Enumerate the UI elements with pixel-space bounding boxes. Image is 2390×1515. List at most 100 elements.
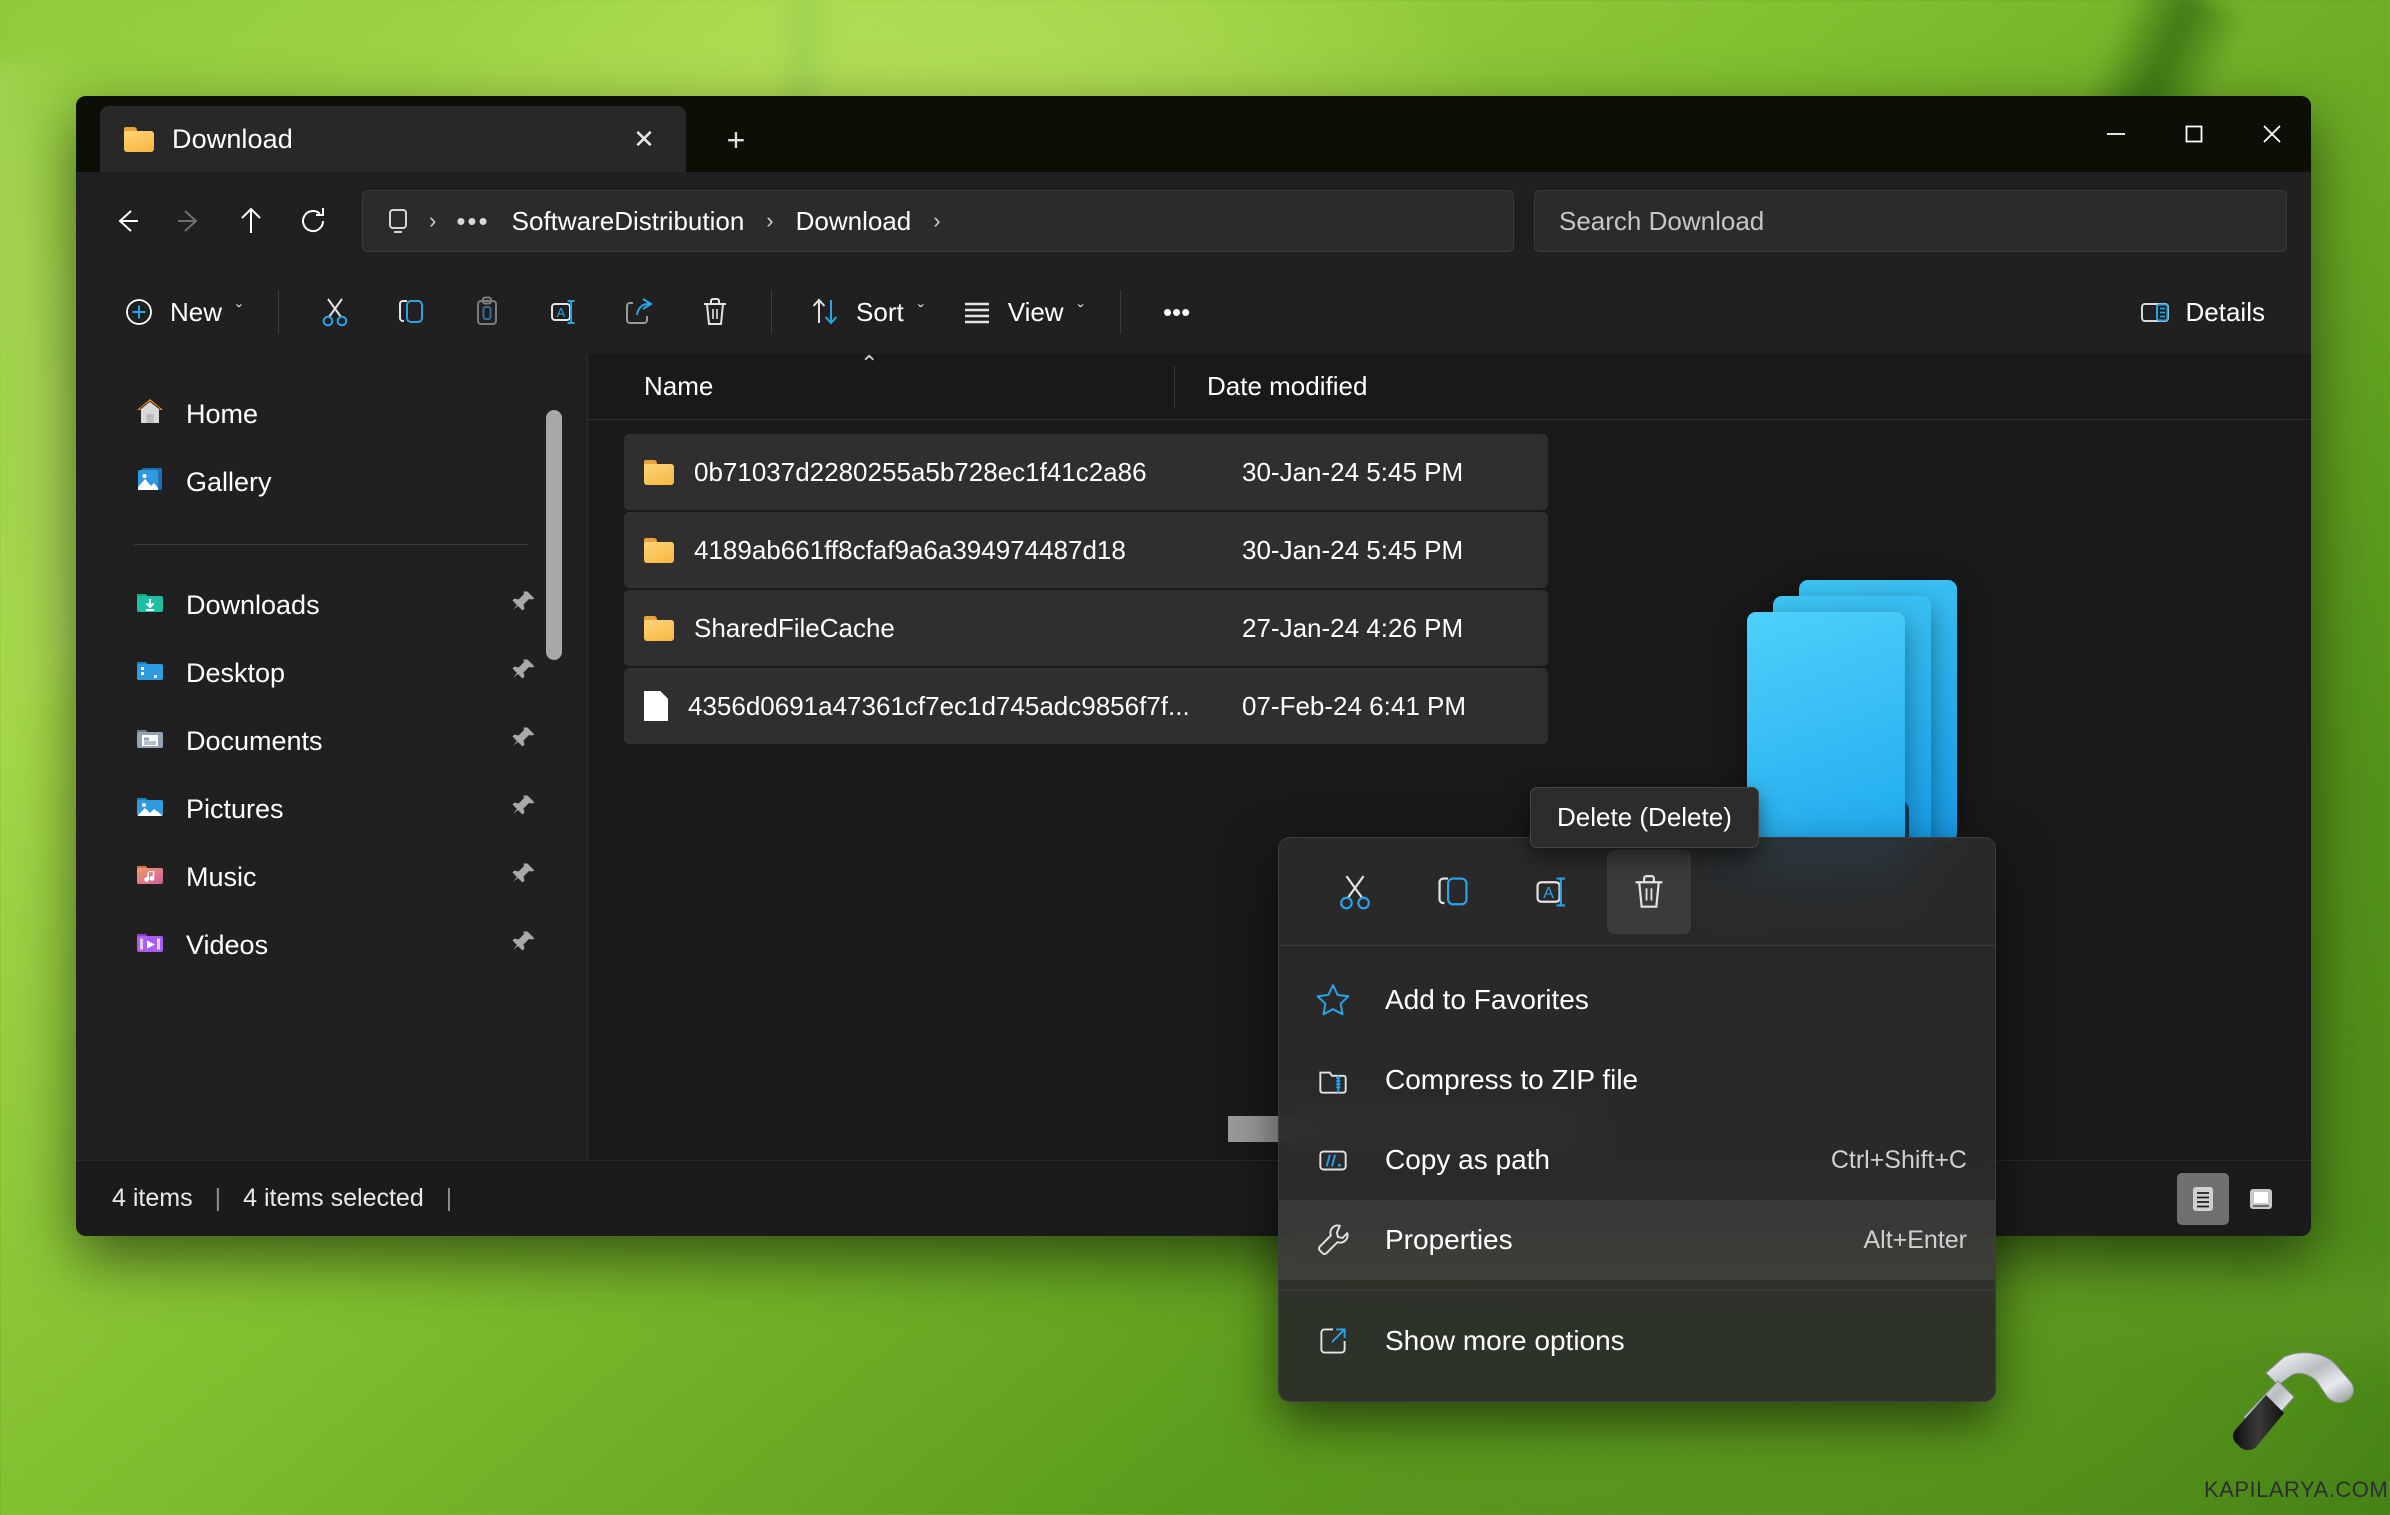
file-name-label: SharedFileCache [694,612,895,643]
delete-button[interactable] [677,282,753,342]
copy-path-icon [1313,1141,1353,1179]
delete-tooltip: Delete (Delete) [1530,787,1759,848]
sidebar-item-pictures[interactable]: Pictures [76,775,588,843]
sort-button-label: Sort [856,296,904,327]
breadcrumb-softwaredistribution[interactable]: SoftwareDistribution [502,200,755,243]
file-name-label: 4356d0691a47361cf7ec1d745adc9856f7f... [688,690,1190,721]
paste-button[interactable] [449,282,525,342]
context-menu-item-label: Add to Favorites [1385,984,1589,1015]
refresh-button[interactable] [282,190,344,252]
context-menu-item-copy-as-path[interactable]: Copy as path Ctrl+Shift+C [1279,1120,1995,1200]
context-menu: A Add to Favorites Compress to ZIP file … [1278,837,1996,1402]
share-button[interactable] [601,282,677,342]
column-header-name[interactable]: ⌃ Name [588,351,1174,402]
column-header-name-label: Name [644,371,714,401]
tab-title: Download [172,123,293,154]
sidebar-item-label: Videos [186,929,269,960]
file-name-cell: 4189ab661ff8cfaf9a6a394974487d18 [624,535,1210,566]
close-tab-icon[interactable]: ✕ [622,117,666,161]
delete-icon[interactable] [1607,849,1691,934]
sidebar-item-label: Downloads [186,589,320,620]
status-divider: | [445,1184,453,1212]
context-menu-spacer [1279,946,1995,960]
table-row[interactable]: SharedFileCache 27-Jan-24 4:26 PM [624,590,1548,666]
sidebar-item-gallery[interactable]: Gallery [76,448,588,516]
cut-icon[interactable] [1313,850,1397,934]
pin-icon[interactable] [510,588,538,623]
pin-icon[interactable] [510,792,538,827]
sidebar-item-desktop[interactable]: Desktop [76,639,588,707]
sidebar-item-label: Documents [186,725,323,756]
table-row[interactable]: 4189ab661ff8cfaf9a6a394974487d18 30-Jan-… [624,512,1548,588]
context-menu-item-shortcut: Alt+Enter [1863,1225,1967,1254]
pin-icon[interactable] [510,928,538,963]
svg-text:A: A [1543,885,1554,902]
videos-folder-icon [134,926,166,965]
context-menu-item-label: Properties [1385,1224,1513,1255]
table-row[interactable]: 0b71037d2280255a5b728ec1f41c2a86 30-Jan-… [624,434,1548,510]
more-options-button[interactable]: ••• [1139,282,1215,342]
details-view-button[interactable] [2177,1172,2229,1225]
home-icon [134,395,166,434]
context-menu-item-label: Compress to ZIP file [1385,1064,1639,1095]
context-menu-item-show-more-options[interactable]: Show more options [1279,1301,1995,1381]
watermark: KAPILARYA.COM [2204,1349,2389,1511]
folder-icon [124,126,154,152]
context-menu-item-compress-zip[interactable]: Compress to ZIP file [1279,1040,1995,1120]
rename-button[interactable]: A [525,282,601,342]
table-row[interactable]: 4356d0691a47361cf7ec1d745adc9856f7f... 0… [624,668,1548,744]
sidebar-item-videos[interactable]: Videos [76,911,588,979]
breadcrumb-download[interactable]: Download [786,200,922,243]
search-box[interactable] [1534,190,2287,252]
minimize-button[interactable] [2077,96,2155,172]
window-controls [2077,96,2311,172]
column-header-date[interactable]: Date modified [1175,371,1367,402]
breadcrumb-separator[interactable]: › [925,208,948,234]
context-menu-item-label: Show more options [1385,1325,1625,1356]
navigation-bar: › ••• SoftwareDistribution › Download › [76,172,2311,270]
sidebar-item-home[interactable]: Home [76,380,588,448]
context-menu-item-add-to-favorites[interactable]: Add to Favorites [1279,960,1995,1040]
pin-icon[interactable] [510,860,538,895]
sidebar-item-label: Desktop [186,657,286,688]
search-input[interactable] [1559,205,2262,237]
toolbar-divider [1119,290,1121,334]
sort-button[interactable]: Sort ˇ [790,282,942,342]
forward-button[interactable] [158,190,220,252]
maximize-button[interactable] [2155,96,2233,172]
tab-download[interactable]: Download ✕ [100,106,686,172]
view-button[interactable]: View ˇ [942,282,1102,342]
copy-icon[interactable] [1411,850,1495,934]
new-button[interactable]: New ˇ [104,282,260,342]
file-date-cell: 27-Jan-24 4:26 PM [1242,612,1464,643]
new-button-label: New [170,296,223,327]
file-icon [644,691,668,721]
sidebar-item-music[interactable]: Music [76,843,588,911]
pin-icon[interactable] [510,724,538,759]
context-menu-icon-row: A [1279,838,1995,946]
rename-icon[interactable]: A [1509,850,1593,934]
wrench-icon [1313,1221,1353,1259]
context-menu-item-properties[interactable]: Properties Alt+Enter [1279,1200,1995,1280]
breadcrumb-separator: › [766,208,774,233]
address-bar[interactable]: › ••• SoftwareDistribution › Download › [362,190,1514,252]
cut-button[interactable] [297,282,373,342]
selection-count: 4 items selected [243,1184,424,1212]
sidebar-item-label: Pictures [186,793,284,824]
copy-button[interactable] [373,282,449,342]
new-tab-button[interactable]: + [714,118,758,162]
breadcrumb-overflow[interactable]: ••• [448,206,497,237]
large-icons-view-button[interactable] [2235,1173,2287,1225]
sidebar-item-documents[interactable]: Documents [76,707,588,775]
pin-icon[interactable] [510,656,538,691]
navigation-pane: Home Gallery Downloads Desktop Documents… [76,354,588,1160]
sidebar-item-downloads[interactable]: Downloads [76,571,588,639]
this-pc-icon[interactable] [383,206,417,236]
watermark-text: KAPILARYA.COM [2204,1477,2389,1502]
details-pane-button[interactable]: Details [2120,282,2283,342]
close-button[interactable] [2233,96,2311,172]
back-button[interactable] [96,190,158,252]
svg-text:A: A [557,305,566,320]
up-button[interactable] [220,190,282,252]
item-count: 4 items [112,1184,193,1212]
